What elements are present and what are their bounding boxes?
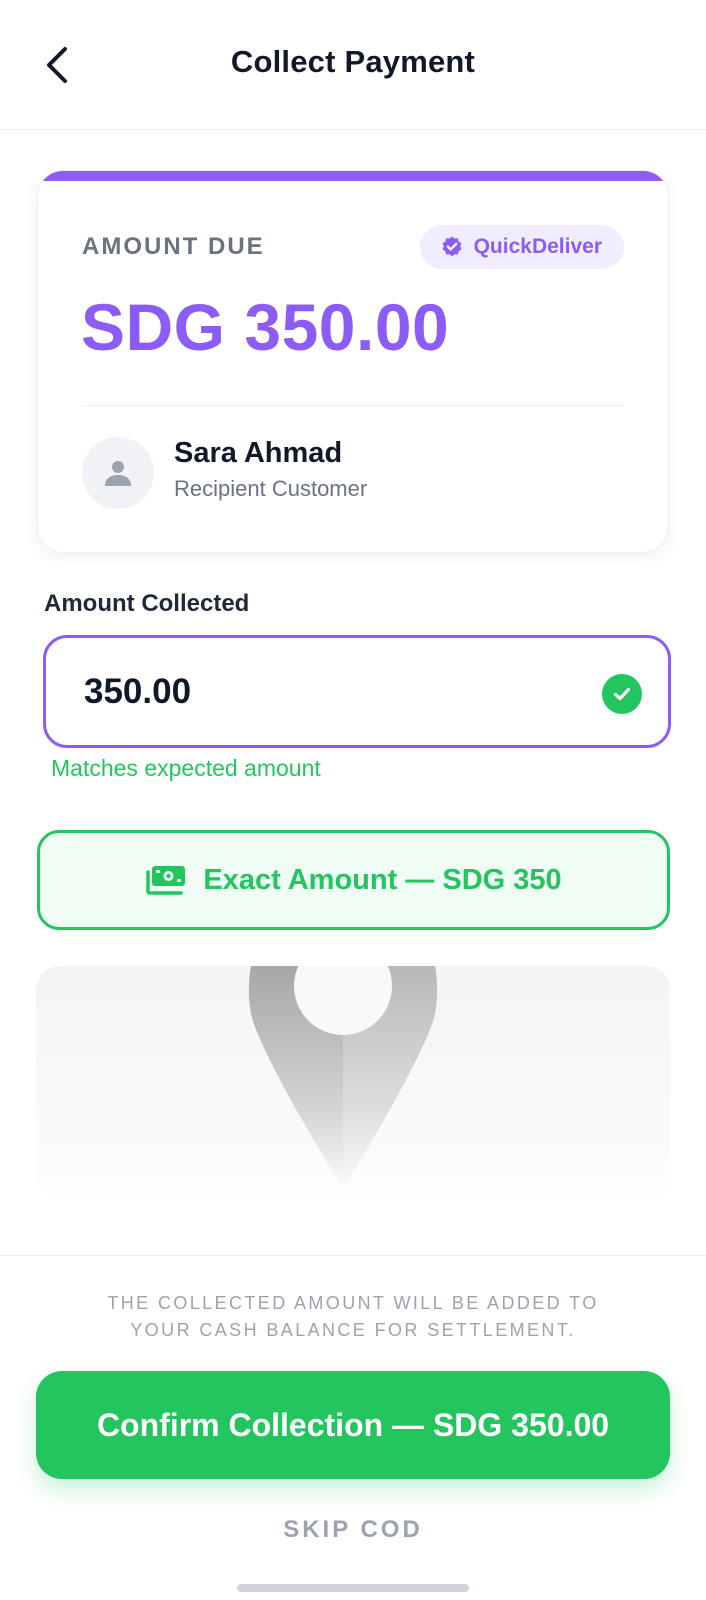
settlement-note-line-2: YOUR CASH BALANCE FOR SETTLEMENT. xyxy=(130,1320,576,1340)
home-indicator xyxy=(237,1584,469,1592)
amount-collected-value: 350.00 xyxy=(84,672,192,711)
exact-amount-button[interactable]: Exact Amount — SDG 350 xyxy=(37,830,670,930)
confirm-collection-label: Confirm Collection — SDG 350.00 xyxy=(96,1406,610,1443)
amount-due-label: AMOUNT DUE xyxy=(82,233,265,260)
map-pin-icon xyxy=(248,966,438,1188)
check-circle-icon xyxy=(602,674,642,714)
amount-due-card: AMOUNT DUE QuickDeliver SDG 350.00 Sara … xyxy=(37,170,669,553)
skip-cod-button[interactable]: SKIP COD xyxy=(0,1516,706,1544)
brand-badge: QuickDeliver xyxy=(419,225,624,269)
amount-due-value: SDG 350.00 xyxy=(81,290,450,364)
validation-message: Matches expected amount xyxy=(51,755,321,781)
avatar xyxy=(82,437,154,509)
settlement-note-line-1: THE COLLECTED AMOUNT WILL BE ADDED TO xyxy=(107,1293,599,1313)
customer-name: Sara Ahmad xyxy=(174,437,343,469)
settlement-note: THE COLLECTED AMOUNT WILL BE ADDED TO YO… xyxy=(60,1290,646,1344)
brand-name: QuickDeliver xyxy=(473,235,602,258)
app-header: Collect Payment xyxy=(0,0,706,130)
amount-collected-label: Amount Collected xyxy=(44,590,250,617)
cash-icon xyxy=(146,866,186,895)
person-icon xyxy=(105,461,131,486)
card-accent-bar xyxy=(38,171,668,181)
amount-collected-input[interactable]: 350.00 xyxy=(43,635,671,748)
exact-amount-label: Exact Amount — SDG 350 xyxy=(203,863,562,896)
customer-role: Recipient Customer xyxy=(174,476,368,501)
map-preview xyxy=(36,966,670,1202)
bottom-action-panel: THE COLLECTED AMOUNT WILL BE ADDED TO YO… xyxy=(0,1255,706,1600)
confirm-collection-button[interactable]: Confirm Collection — SDG 350.00 xyxy=(36,1371,670,1479)
verified-badge-icon xyxy=(442,236,462,257)
page-title: Collect Payment xyxy=(230,44,476,79)
divider xyxy=(82,405,624,406)
